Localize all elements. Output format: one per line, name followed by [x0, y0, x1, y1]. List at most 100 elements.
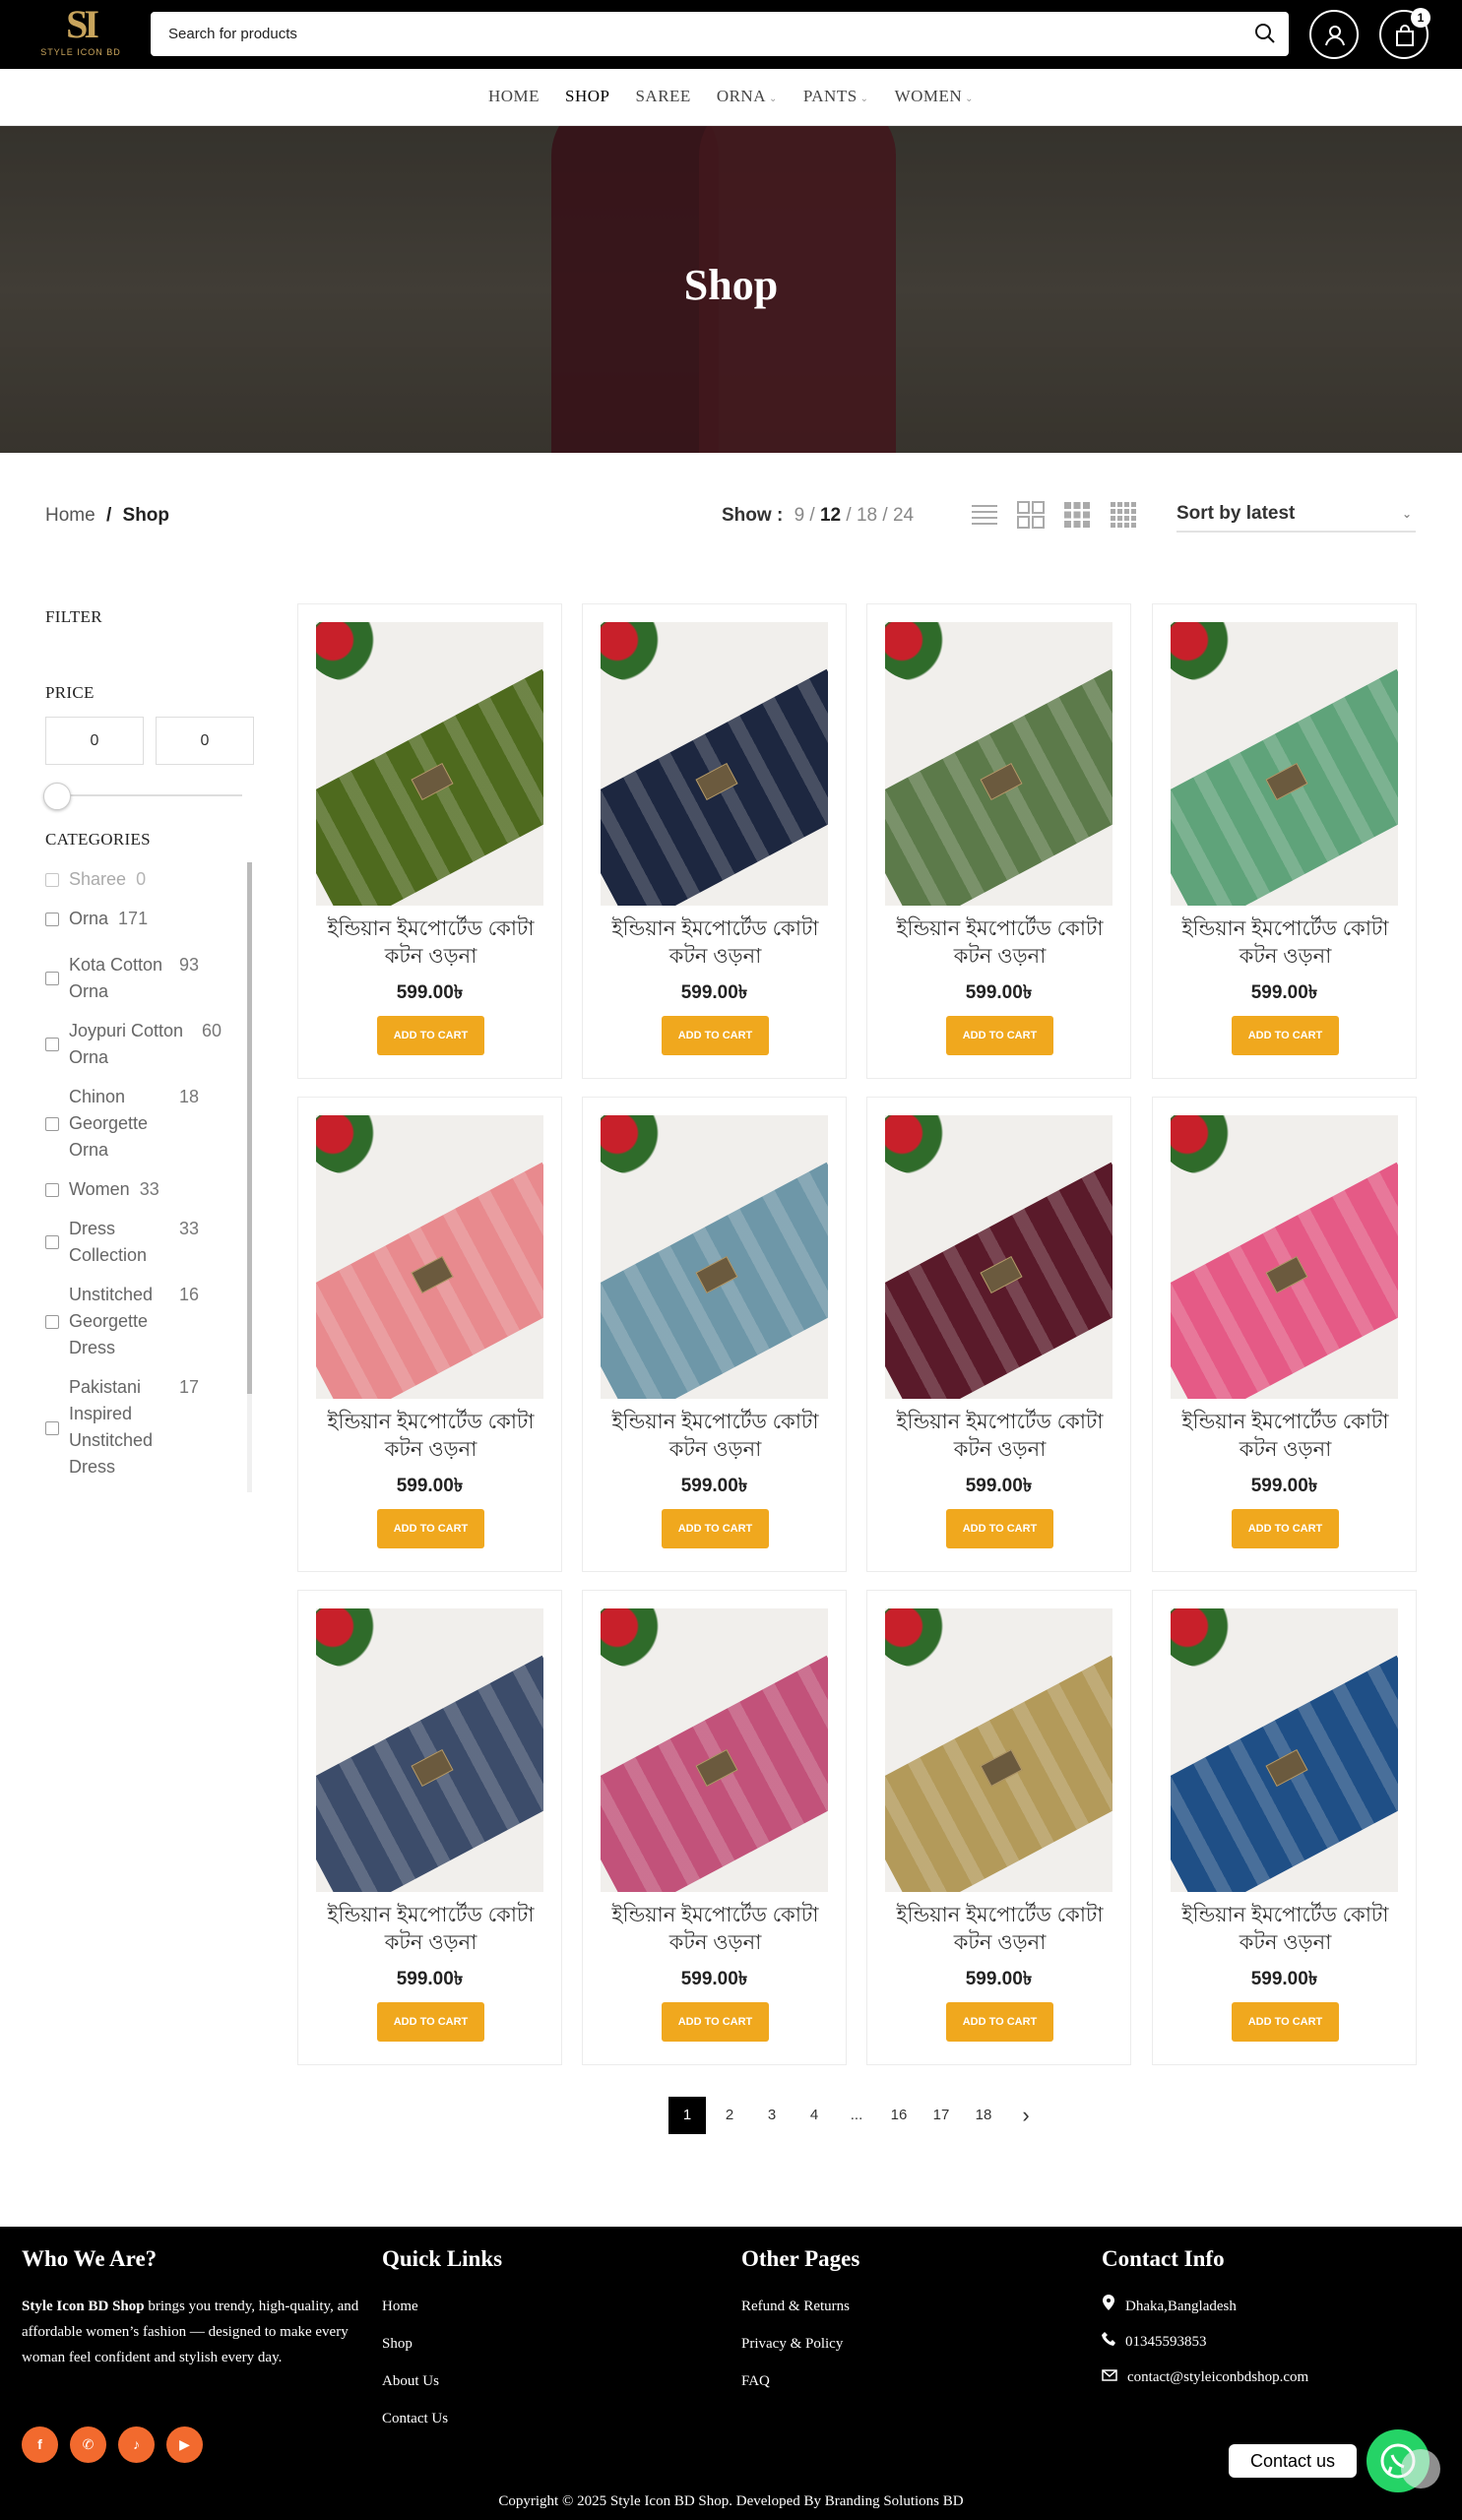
- add-to-cart-button[interactable]: ADD TO CART: [946, 1016, 1053, 1055]
- youtube-icon[interactable]: ▶: [166, 2426, 203, 2463]
- nav-saree[interactable]: SAREE: [635, 87, 690, 106]
- product-image[interactable]: [601, 622, 828, 906]
- footer-link-shop[interactable]: Shop: [382, 2331, 502, 2357]
- add-to-cart-button[interactable]: ADD TO CART: [662, 1509, 769, 1548]
- product-title[interactable]: ইন্ডিয়ান ইমপোর্টেড কোটা কটন ওড়না: [593, 1409, 838, 1464]
- product-title[interactable]: ইন্ডিয়ান ইমপোর্টেড কোটা কটন ওড়না: [1163, 1409, 1408, 1464]
- product-card[interactable]: ইন্ডিয়ান ইমপোর্টেড কোটা কটন ওড়না 599.00…: [297, 1097, 562, 1572]
- footer-link-refund[interactable]: Refund & Returns: [741, 2294, 859, 2319]
- product-image[interactable]: [1171, 622, 1398, 906]
- price-max-input[interactable]: 0: [156, 717, 254, 765]
- product-image[interactable]: [1171, 1115, 1398, 1399]
- product-image[interactable]: [316, 1115, 543, 1399]
- product-title[interactable]: ইন্ডিয়ান ইমপোর্টেড কোটা কটন ওড়না: [1163, 1902, 1408, 1957]
- next-page-icon[interactable]: ›: [1007, 2097, 1045, 2134]
- category-item[interactable]: Unstitched Georgette Dress 16: [45, 1282, 242, 1361]
- add-to-cart-button[interactable]: ADD TO CART: [946, 1509, 1053, 1548]
- category-checkbox[interactable]: [45, 1421, 59, 1435]
- footer-link-home[interactable]: Home: [382, 2294, 502, 2319]
- nav-pants[interactable]: PANTS ⌄: [803, 87, 869, 106]
- product-title[interactable]: ইন্ডিয়ান ইমপোর্টেড কোটা কটন ওড়না: [877, 1409, 1122, 1464]
- category-item[interactable]: Women 33: [45, 1176, 242, 1203]
- product-image[interactable]: [601, 1608, 828, 1892]
- page-link[interactable]: 18: [965, 2097, 1002, 2134]
- product-title[interactable]: ইন্ডিয়ান ইমপোর্টেড কোটা কটন ওড়না: [308, 1409, 553, 1464]
- category-checkbox[interactable]: [45, 1038, 59, 1051]
- product-card[interactable]: ইন্ডিয়ান ইমপোর্টেড কোটা কটন ওড়না 599.00…: [866, 1097, 1131, 1572]
- product-card[interactable]: ইন্ডিয়ান ইমপোর্টেড কোটা কটন ওড়না 599.00…: [582, 603, 847, 1079]
- grid-3-icon[interactable]: [1062, 500, 1092, 530]
- product-title[interactable]: ইন্ডিয়ান ইমপোর্টেড কোটা কটন ওড়না: [308, 915, 553, 971]
- category-checkbox[interactable]: [45, 913, 59, 926]
- category-scrollbar[interactable]: [247, 862, 252, 1492]
- product-image[interactable]: [601, 1115, 828, 1399]
- per-page-12[interactable]: 12: [820, 505, 841, 526]
- grid-2-icon[interactable]: [1016, 500, 1046, 530]
- category-item[interactable]: Chinon Georgette Orna 18: [45, 1084, 242, 1164]
- product-title[interactable]: ইন্ডিয়ান ইমপোর্টেড কোটা কটন ওড়না: [1163, 915, 1408, 971]
- search-bar[interactable]: Search for products: [151, 12, 1289, 56]
- product-card[interactable]: ইন্ডিয়ান ইমপোর্টেড কোটা কটন ওড়না 599.00…: [582, 1097, 847, 1572]
- category-item[interactable]: Orna 171: [45, 906, 242, 932]
- category-checkbox[interactable]: [45, 1235, 59, 1249]
- add-to-cart-button[interactable]: ADD TO CART: [662, 2002, 769, 2042]
- breadcrumb-home[interactable]: Home: [45, 505, 95, 526]
- product-card[interactable]: ইন্ডিয়ান ইমপোর্টেড কোটা কটন ওড়না 599.00…: [1152, 1590, 1417, 2065]
- page-link[interactable]: 2: [711, 2097, 748, 2134]
- category-scrollbar-thumb[interactable]: [247, 862, 252, 1394]
- product-card[interactable]: ইন্ডিয়ান ইমপোর্টেড কোটা কটন ওড়না 599.00…: [1152, 603, 1417, 1079]
- nav-home[interactable]: HOME: [488, 87, 540, 106]
- product-card[interactable]: ইন্ডিয়ান ইমপোর্টেড কোটা কটন ওড়না 599.00…: [1152, 1097, 1417, 1572]
- tiktok-icon[interactable]: ♪: [118, 2426, 155, 2463]
- whatsapp-icon[interactable]: ✆: [70, 2426, 106, 2463]
- product-image[interactable]: [885, 1115, 1112, 1399]
- add-to-cart-button[interactable]: ADD TO CART: [377, 1016, 484, 1055]
- category-checkbox[interactable]: [45, 972, 59, 985]
- footer-link-about[interactable]: About Us: [382, 2368, 502, 2394]
- product-title[interactable]: ইন্ডিয়ান ইমপোর্টেড কোটা কটন ওড়না: [877, 915, 1122, 971]
- grid-4-icon[interactable]: [1109, 500, 1138, 530]
- product-card[interactable]: ইন্ডিয়ান ইমপোর্টেড কোটা কটন ওড়না 599.00…: [582, 1590, 847, 2065]
- page-link[interactable]: 1: [668, 2097, 706, 2134]
- category-item[interactable]: Sharee 0: [45, 866, 242, 893]
- product-image[interactable]: [885, 1608, 1112, 1892]
- facebook-icon[interactable]: f: [22, 2426, 58, 2463]
- price-slider-handle[interactable]: [43, 783, 71, 810]
- page-link[interactable]: 3: [753, 2097, 791, 2134]
- product-title[interactable]: ইন্ডিয়ান ইমপোর্টেড কোটা কটন ওড়না: [593, 1902, 838, 1957]
- product-title[interactable]: ইন্ডিয়ান ইমপোর্টেড কোটা কটন ওড়না: [877, 1902, 1122, 1957]
- product-card[interactable]: ইন্ডিয়ান ইমপোর্টেড কোটা কটন ওড়না 599.00…: [866, 603, 1131, 1079]
- category-checkbox[interactable]: [45, 873, 59, 887]
- search-input[interactable]: Search for products: [168, 26, 297, 42]
- add-to-cart-button[interactable]: ADD TO CART: [946, 2002, 1053, 2042]
- footer-link-faq[interactable]: FAQ: [741, 2368, 859, 2394]
- category-item[interactable]: Pakistani Inspired Unstitched Dress 17: [45, 1374, 242, 1480]
- product-title[interactable]: ইন্ডিয়ান ইমপোর্টেড কোটা কটন ওড়না: [593, 915, 838, 971]
- nav-shop[interactable]: SHOP: [565, 87, 609, 106]
- product-card[interactable]: ইন্ডিয়ান ইমপোর্টেড কোটা কটন ওড়না 599.00…: [866, 1590, 1131, 2065]
- per-page-24[interactable]: 24: [893, 505, 914, 526]
- per-page-18[interactable]: 18: [857, 505, 877, 526]
- category-item[interactable]: Kota Cotton Orna 93: [45, 952, 242, 1005]
- product-image[interactable]: [316, 622, 543, 906]
- add-to-cart-button[interactable]: ADD TO CART: [1232, 1016, 1339, 1055]
- add-to-cart-button[interactable]: ADD TO CART: [1232, 2002, 1339, 2042]
- page-link[interactable]: 4: [795, 2097, 833, 2134]
- per-page-9[interactable]: 9: [795, 505, 805, 526]
- footer-link-contact[interactable]: Contact Us: [382, 2406, 502, 2431]
- add-to-cart-button[interactable]: ADD TO CART: [377, 2002, 484, 2042]
- page-link[interactable]: 16: [880, 2097, 918, 2134]
- category-item[interactable]: Joypuri Cotton Orna 60: [45, 1018, 242, 1071]
- site-logo[interactable]: SI STYLE ICON BD: [37, 4, 124, 65]
- product-image[interactable]: [885, 622, 1112, 906]
- footer-phone-text[interactable]: 01345593853: [1125, 2329, 1207, 2355]
- account-button[interactable]: [1309, 10, 1359, 59]
- page-link[interactable]: 17: [922, 2097, 960, 2134]
- category-checkbox[interactable]: [45, 1315, 59, 1329]
- product-title[interactable]: ইন্ডিয়ান ইমপোর্টেড কোটা কটন ওড়না: [308, 1902, 553, 1957]
- product-card[interactable]: ইন্ডিয়ান ইমপোর্টেড কোটা কটন ওড়না 599.00…: [297, 1590, 562, 2065]
- search-icon[interactable]: [1253, 22, 1277, 45]
- price-min-input[interactable]: 0: [45, 717, 144, 765]
- footer-link-privacy[interactable]: Privacy & Policy: [741, 2331, 859, 2357]
- sort-select[interactable]: Sort by latest ⌄: [1176, 497, 1416, 533]
